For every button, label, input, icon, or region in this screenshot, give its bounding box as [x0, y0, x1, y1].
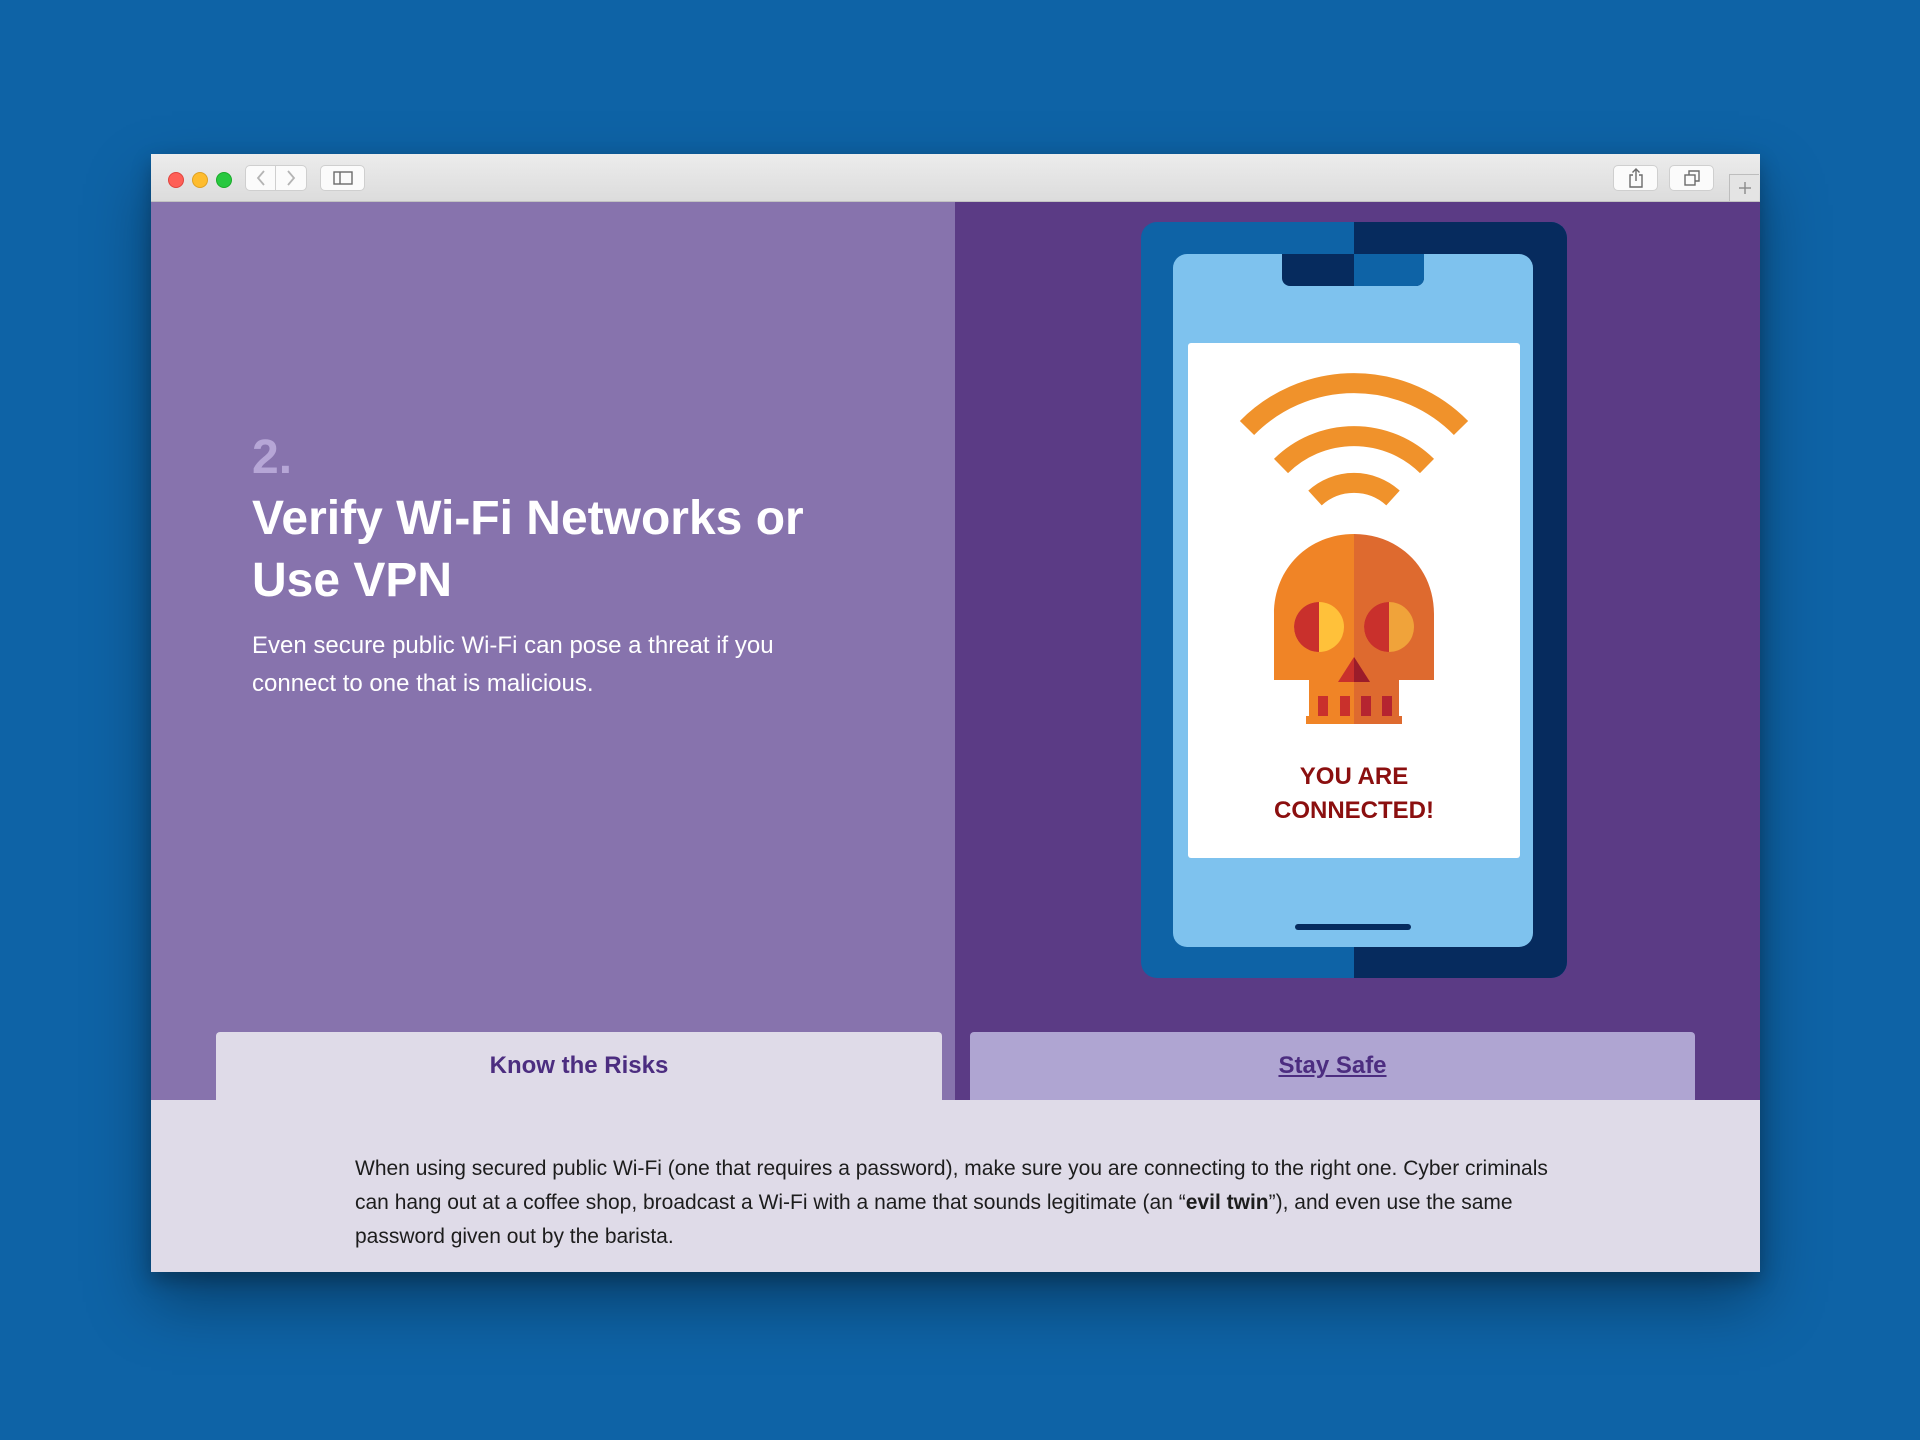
share-button[interactable]: [1613, 165, 1658, 191]
minimize-window-button[interactable]: [192, 172, 208, 188]
browser-toolbar: [151, 154, 1760, 202]
sidebar-icon: [332, 171, 353, 185]
plus-icon: [1738, 182, 1751, 194]
illustration-panel: YOU ARE CONNECTED!: [955, 202, 1760, 1100]
evil-twin-term: evil twin: [1185, 1191, 1269, 1214]
new-tab-button[interactable]: [1729, 174, 1759, 201]
hero-subtitle: Even secure public Wi-Fi can pose a thre…: [252, 632, 774, 697]
share-icon: [1628, 168, 1643, 188]
browser-window: 2. Verify Wi-Fi Networks or Use VPN Even…: [151, 154, 1760, 1272]
chevron-left-icon: [256, 170, 265, 186]
zoom-window-button[interactable]: [216, 172, 232, 188]
tabs-overview-button[interactable]: [1669, 165, 1714, 191]
warning-message-line-2: CONNECTED!: [1274, 797, 1434, 824]
tab-content-text: When using secured public Wi-Fi (one tha…: [355, 1152, 1575, 1254]
tab-content-panel: When using secured public Wi-Fi (one tha…: [151, 1100, 1760, 1272]
tabs-overview-icon: [1683, 170, 1700, 186]
sidebar-toggle-button[interactable]: [320, 165, 365, 191]
page-content: 2. Verify Wi-Fi Networks or Use VPN Even…: [151, 202, 1760, 1272]
tab-know-the-risks[interactable]: Know the Risks: [216, 1032, 942, 1100]
page-title: Verify Wi-Fi Networks or Use VPN: [252, 492, 804, 607]
step-number: 2.: [252, 431, 293, 484]
forward-button[interactable]: [276, 165, 307, 191]
phone-illustration: YOU ARE CONNECTED!: [1141, 222, 1567, 978]
back-button[interactable]: [245, 165, 276, 191]
tab-stay-safe[interactable]: Stay Safe: [970, 1032, 1695, 1100]
warning-message-line-1: YOU ARE: [1300, 763, 1408, 790]
close-window-button[interactable]: [168, 172, 184, 188]
chevron-right-icon: [287, 170, 296, 186]
hero-text-panel: 2. Verify Wi-Fi Networks or Use VPN Even…: [151, 202, 955, 1100]
